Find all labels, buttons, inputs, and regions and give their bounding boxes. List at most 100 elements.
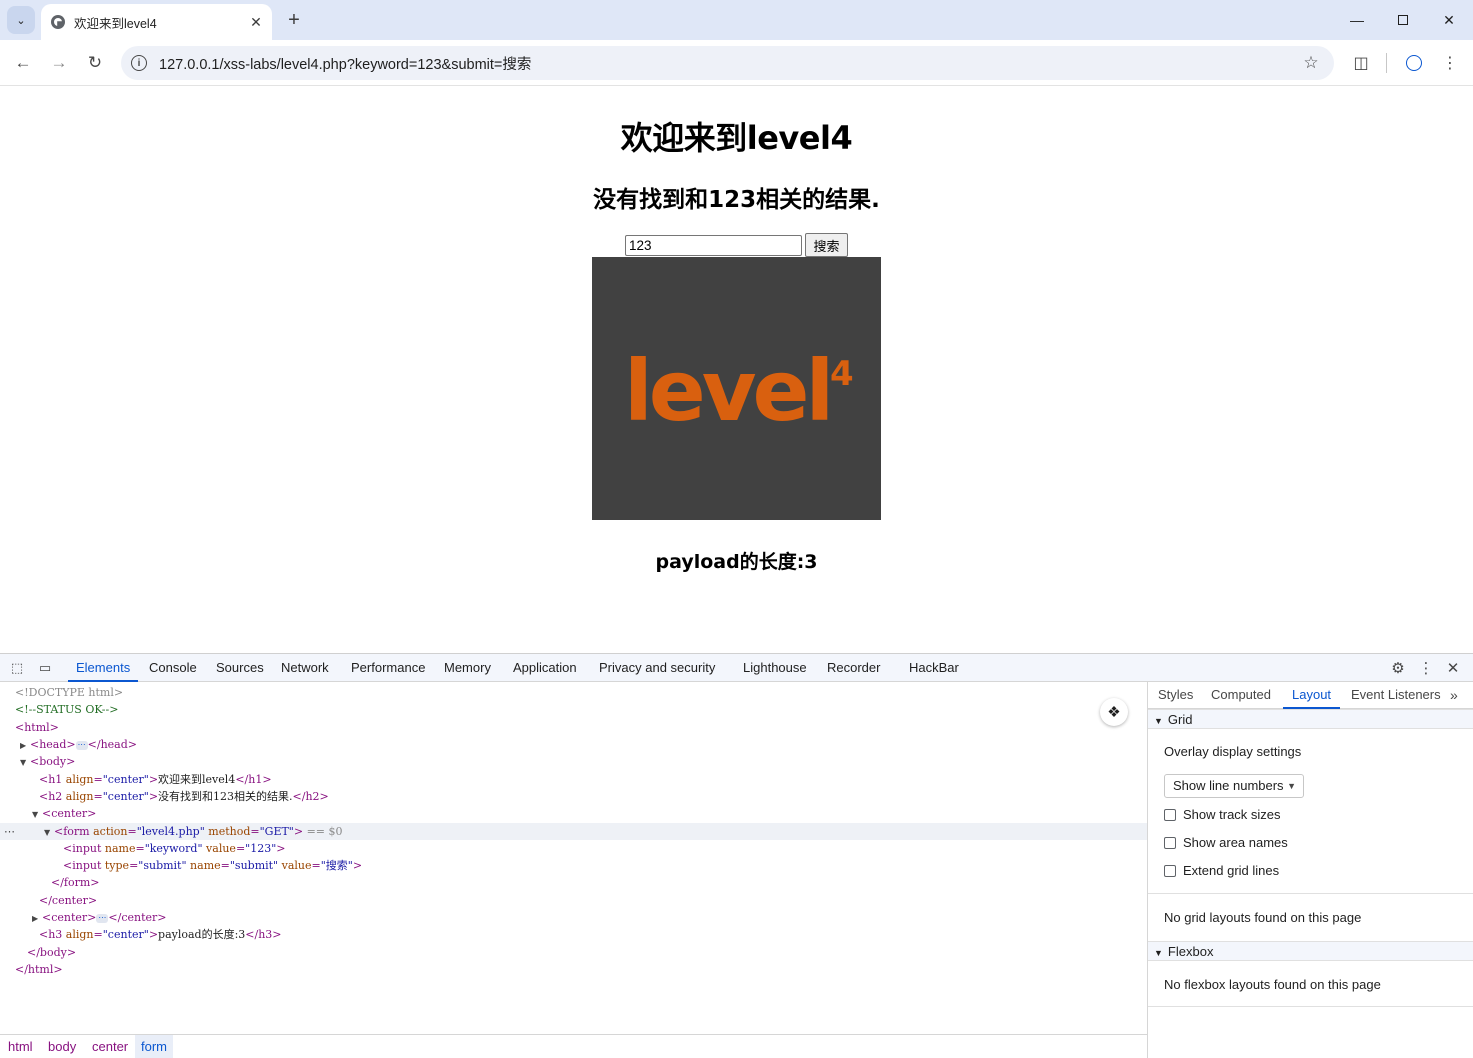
close-tab-icon[interactable]: ✕ (246, 12, 266, 32)
collapsed-ellipsis-icon[interactable]: ⋯ (96, 913, 109, 923)
tab-hackbar[interactable]: HackBar (909, 654, 959, 682)
accessibility-icon: ❖ (1107, 703, 1121, 721)
browser-toolbar: ← → ↻ i 127.0.0.1/xss-labs/level4.php?ke… (0, 40, 1473, 86)
tab-memory[interactable]: Memory (444, 654, 491, 682)
page-viewport: 欢迎来到level4 没有找到和123相关的结果. 123 搜索 level 4… (1, 87, 1472, 653)
tab-network[interactable]: Network (281, 654, 329, 682)
collapse-triangle-icon[interactable]: ▼ (20, 754, 30, 771)
dom-node-head[interactable]: ▶ <head> ⋯ </head> (20, 736, 137, 753)
breadcrumb-center[interactable]: center (86, 1035, 134, 1058)
browser-tab[interactable]: 欢迎来到level4 ✕ (41, 4, 272, 40)
checkbox-box[interactable] (1164, 836, 1176, 849)
dom-node-body[interactable]: ▼ <body> (20, 753, 75, 770)
new-tab-button[interactable]: + (282, 8, 306, 32)
tab-title: 欢迎来到level4 (74, 16, 157, 31)
dom-node-h3[interactable]: <h3 align="center">payload的长度:3</h3> (39, 926, 282, 943)
collapsed-ellipsis-icon[interactable]: ⋯ (75, 740, 88, 750)
no-grid-message: No grid layouts found on this page (1164, 910, 1362, 925)
dom-node-h2[interactable]: <h2 align="center">没有找到和123相关的结果.</h2> (39, 788, 329, 805)
globe-icon (51, 15, 65, 29)
url-text[interactable]: 127.0.0.1/xss-labs/level4.php?keyword=12… (159, 53, 1296, 74)
toolbar-separator (1386, 53, 1387, 73)
minimize-button[interactable]: — (1334, 4, 1380, 36)
accessibility-tree-button[interactable]: ❖ (1100, 698, 1128, 726)
dom-node-form-selected[interactable]: ⋯ ▼ <form action="level4.php" method="GET"… (0, 823, 1147, 840)
extensions-icon[interactable]: ◫ (1349, 51, 1373, 75)
collapse-caret-icon: ▼ (1154, 948, 1163, 958)
logo-superscript: 4 (830, 354, 854, 394)
inspect-element-icon[interactable]: ⬚ (8, 659, 26, 677)
tab-computed[interactable]: Computed (1211, 682, 1271, 709)
back-button[interactable]: ← (9, 49, 37, 77)
expand-triangle-icon[interactable]: ▶ (20, 737, 30, 754)
no-flexbox-message: No flexbox layouts found on this page (1164, 977, 1381, 992)
dom-node-center[interactable]: ▼ <center> (32, 805, 96, 822)
checkbox-box[interactable] (1164, 808, 1176, 821)
flexbox-section-header[interactable]: ▼ Flexbox (1148, 941, 1473, 961)
search-button[interactable]: 搜索 (805, 233, 848, 257)
dom-node-center-collapsed[interactable]: ▶ <center> ⋯ </center> (32, 909, 166, 926)
dom-node-input-keyword[interactable]: <input name="keyword" value="123"> (63, 840, 286, 857)
show-track-sizes-checkbox[interactable]: Show track sizes (1164, 807, 1281, 822)
expand-triangle-icon[interactable]: ▶ (32, 910, 42, 927)
settings-gear-icon[interactable]: ⚙ (1389, 659, 1407, 677)
tab-privacy-security[interactable]: Privacy and security (599, 654, 715, 682)
tab-search-button[interactable]: ⌄ (7, 6, 35, 34)
dom-node-comment[interactable]: <!--STATUS OK--> (15, 701, 118, 718)
tab-elements[interactable]: Elements (68, 654, 139, 682)
dom-node-input-submit[interactable]: <input type="submit" name="submit" value… (63, 857, 362, 874)
close-devtools-icon[interactable]: ✕ (1444, 659, 1462, 677)
maximize-button[interactable] (1380, 4, 1426, 36)
close-window-button[interactable]: ✕ (1426, 4, 1472, 36)
breadcrumb-form[interactable]: form (135, 1035, 173, 1058)
profile-icon[interactable] (1402, 51, 1426, 75)
forward-button[interactable]: → (45, 49, 73, 77)
tab-recorder[interactable]: Recorder (827, 654, 880, 682)
section-divider (1148, 1006, 1473, 1007)
breadcrumb: html body center form (0, 1034, 1147, 1058)
site-info-icon[interactable]: i (131, 55, 147, 71)
devtools-tabbar: ⬚ ▭ Elements Console Sources Network Per… (0, 654, 1473, 682)
tab-performance[interactable]: Performance (351, 654, 425, 682)
dom-node-body-close[interactable]: </body> (27, 944, 76, 961)
device-toolbar-icon[interactable]: ▭ (36, 659, 54, 677)
keyword-input[interactable]: 123 (625, 235, 802, 256)
tab-styles[interactable]: Styles (1158, 682, 1193, 709)
checkbox-box[interactable] (1164, 864, 1176, 877)
tab-console[interactable]: Console (149, 654, 197, 682)
grid-overlay-dropdown[interactable]: Show line numbers ▼ (1164, 774, 1304, 798)
grid-section-header[interactable]: ▼ Grid (1148, 709, 1473, 729)
sidebar-pane: Styles Computed Layout Event Listeners »… (1147, 682, 1473, 1058)
tab-sources[interactable]: Sources (216, 654, 264, 682)
more-dots-icon[interactable]: ⋯ (4, 823, 15, 840)
devtools-menu-icon[interactable]: ⋮ (1417, 659, 1435, 677)
section-divider (1148, 893, 1473, 894)
title-bar: ⌄ 欢迎来到level4 ✕ + — ✕ (0, 0, 1473, 40)
tab-layout[interactable]: Layout (1283, 682, 1341, 709)
sidebar-tabs: Styles Computed Layout Event Listeners » (1148, 682, 1473, 709)
bookmark-star-icon[interactable]: ☆ (1296, 53, 1326, 73)
elements-tree: <!DOCTYPE html> <!--STATUS OK--> <html> … (0, 682, 1147, 1035)
tab-lighthouse[interactable]: Lighthouse (743, 654, 807, 682)
logo-text: level (624, 342, 830, 440)
dom-node-form-close[interactable]: </form> (51, 874, 100, 891)
address-bar[interactable]: i 127.0.0.1/xss-labs/level4.php?keyword=… (121, 46, 1334, 80)
devtools-panel: ⬚ ▭ Elements Console Sources Network Per… (0, 653, 1473, 1058)
breadcrumb-body[interactable]: body (42, 1035, 82, 1058)
collapse-triangle-icon[interactable]: ▼ (32, 806, 42, 823)
show-area-names-checkbox[interactable]: Show area names (1164, 835, 1288, 850)
extend-grid-lines-checkbox[interactable]: Extend grid lines (1164, 863, 1279, 878)
dom-node-doctype[interactable]: <!DOCTYPE html> (15, 684, 123, 701)
dom-node-h1[interactable]: <h1 align="center">欢迎来到level4</h1> (39, 771, 272, 788)
dom-node-html[interactable]: <html> (15, 719, 59, 736)
tab-application[interactable]: Application (513, 654, 577, 682)
breadcrumb-html[interactable]: html (2, 1035, 39, 1058)
reload-button[interactable]: ↻ (81, 49, 109, 77)
result-message: 没有找到和123相关的结果. (593, 187, 880, 213)
dom-node-center-close[interactable]: </center> (39, 892, 97, 909)
tab-event-listeners[interactable]: Event Listeners (1351, 682, 1441, 709)
menu-kebab-icon[interactable]: ⋮ (1438, 51, 1462, 75)
collapse-triangle-icon[interactable]: ▼ (44, 824, 54, 841)
more-tabs-chevron-icon[interactable]: » (1450, 682, 1458, 709)
dom-node-html-close[interactable]: </html> (15, 961, 63, 978)
